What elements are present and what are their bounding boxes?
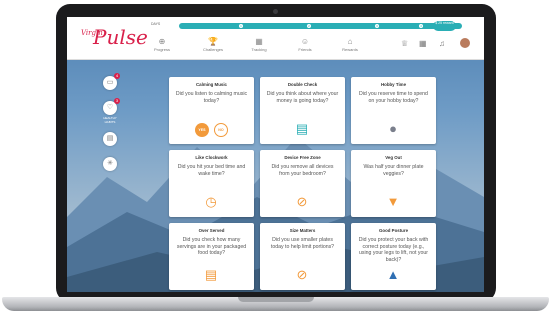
clock-icon: ◷ — [205, 194, 217, 209]
card-question: Did you think about where your money is … — [266, 91, 339, 104]
no-phone-icon: ⊘ — [296, 194, 308, 209]
habit-card-size-matters[interactable]: Size Matters Did you use smaller plates … — [260, 223, 345, 290]
habit-card-like-clockwork[interactable]: Like Clockwork Did you hit your bed time… — [169, 150, 254, 217]
habit-card-calming-music[interactable]: Calming Music Did you listen to calming … — [169, 77, 254, 144]
progress-marker: 3 — [375, 24, 379, 28]
nav-label: Friends — [298, 47, 312, 52]
avatar[interactable] — [460, 38, 470, 48]
card-title: Good Posture — [378, 228, 409, 233]
habit-card-double-check[interactable]: Double Check Did you think about where y… — [260, 77, 345, 144]
sidebar-item-label: HEALTHY HABITS — [103, 116, 117, 124]
reward-goal-badge[interactable]: $ 25 reward — [433, 21, 456, 31]
card-title: Size Matters — [289, 228, 316, 233]
app-screen: Virgin Pulse DAYS 1 2 3 4 $ 25 reward ⊕ … — [67, 17, 484, 292]
nav-label: Progress — [153, 47, 170, 52]
sidebar-item-clipboard[interactable]: ▤ — [103, 132, 117, 146]
nav-progress[interactable]: ⊕ Progress — [142, 37, 182, 53]
trophy-icon: 🏆 — [208, 37, 218, 46]
card-question: Did you use smaller plates today to help… — [270, 237, 335, 250]
bell-icon[interactable]: ♫ — [439, 39, 445, 49]
card-question: Did you remove all devices from your bed… — [271, 164, 334, 177]
virgin-pulse-logo[interactable]: Virgin Pulse — [79, 25, 148, 50]
plates-icon: ⊘ — [296, 267, 308, 282]
cone-icon: ▲ — [386, 267, 400, 282]
chat-icon: ▭ — [106, 79, 114, 86]
clipboard-icon: ▤ — [295, 121, 309, 136]
notification-badge: 3 — [114, 98, 120, 104]
nav-label: Rewards — [342, 47, 358, 52]
progress-marker: 1 — [239, 24, 243, 28]
card-title: Like Clockwork — [195, 155, 228, 160]
card-title: Device Free Zone — [284, 155, 321, 160]
habit-card-over-served[interactable]: Over Served Did you check how many servi… — [169, 223, 254, 290]
card-question: Did you listen to calming music today? — [175, 91, 248, 104]
nutrition-label-icon: ▤ — [204, 267, 218, 282]
card-question: Was half your dinner plate veggies? — [363, 164, 424, 177]
card-title: Over Served — [198, 228, 225, 233]
progress-bar: 1 2 3 4 — [179, 23, 462, 29]
progress-marker: 2 — [307, 24, 311, 28]
yes-button[interactable]: YES — [195, 123, 209, 137]
card-question: Did you protect your back with correct p… — [358, 237, 429, 263]
card-question: Did you reserve time to spend on your ho… — [359, 91, 428, 104]
carrot-icon: ▼ — [386, 194, 400, 209]
habit-card-hobby-time[interactable]: Hobby Time Did you reserve time to spend… — [351, 77, 436, 144]
sidebar-item-chat[interactable]: ▭ 4 — [103, 73, 120, 90]
healthy-habits-icon: ♡ — [106, 104, 114, 111]
card-title: Calming Music — [196, 82, 227, 87]
globe-icon: ⊕ — [158, 37, 166, 46]
habit-card-device-free-zone[interactable]: Device Free Zone Did you remove all devi… — [260, 150, 345, 217]
sidebar-item-healthy-habits[interactable]: ♡ 3 — [103, 98, 120, 115]
habit-card-veg-out[interactable]: Veg Out Was half your dinner plate veggi… — [351, 150, 436, 217]
nav-rewards[interactable]: ⌂ Rewards — [330, 37, 370, 53]
sidebar-item-compass[interactable]: ✳ — [103, 157, 117, 171]
card-title: Double Check — [287, 82, 318, 87]
laptop-mockup: Virgin Pulse DAYS 1 2 3 4 $ 25 reward ⊕ … — [0, 0, 551, 320]
calendar-icon[interactable]: ▦ — [419, 39, 427, 49]
card-question: Did you hit your bed time and wake time? — [177, 164, 246, 177]
clipboard-icon: ▤ — [106, 135, 114, 142]
card-question: Did you check how many servings are in y… — [176, 237, 247, 256]
no-button[interactable]: NO — [214, 123, 228, 137]
notification-badge: 4 — [114, 73, 120, 79]
card-title: Hobby Time — [380, 82, 407, 87]
nav-label: Tracking — [251, 47, 267, 52]
laptop-hinge-notch — [238, 297, 314, 302]
card-title: Veg Out — [385, 155, 402, 160]
friends-icon: ☺ — [300, 37, 310, 46]
nav-friends[interactable]: ☺ Friends — [285, 37, 325, 53]
progress-marker: 4 — [419, 24, 423, 28]
app-header: Virgin Pulse DAYS 1 2 3 4 $ 25 reward ⊕ … — [67, 17, 484, 60]
yarn-ball-icon: ● — [389, 121, 397, 136]
calendar-icon: ▦ — [255, 37, 263, 46]
nav-challenges[interactable]: 🏆 Challenges — [193, 37, 233, 53]
habit-card-good-posture[interactable]: Good Posture Did you protect your back w… — [351, 223, 436, 290]
nav-tracking[interactable]: ▦ Tracking — [239, 37, 279, 53]
compass-icon: ✳ — [107, 160, 113, 167]
logo-product: Pulse — [93, 25, 148, 49]
rewards-icon: ⌂ — [347, 37, 353, 46]
trophy-icon[interactable]: ♕ — [401, 39, 408, 49]
days-label: DAYS — [151, 22, 161, 26]
camera-dot — [273, 9, 278, 14]
nav-label: Challenges — [202, 47, 223, 52]
